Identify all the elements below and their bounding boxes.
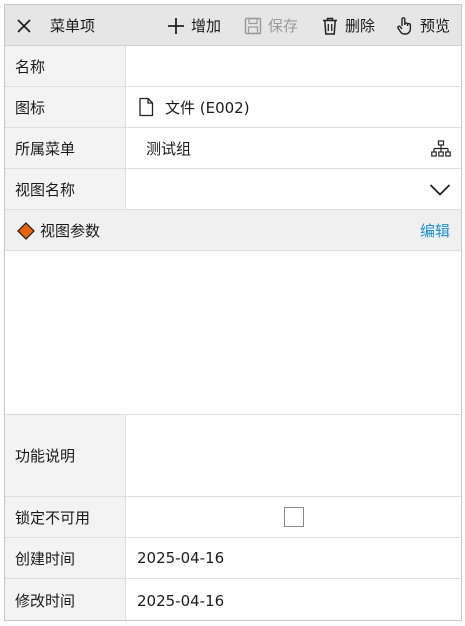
toolbar: 菜单项 增加 保存 删除 预览 [5, 5, 461, 46]
delete-button[interactable]: 删除 [320, 5, 375, 46]
save-button[interactable]: 保存 [243, 5, 298, 46]
close-button[interactable] [15, 5, 33, 46]
modified-label: 修改时间 [5, 579, 126, 620]
icon-row: 图标 文件 (E002) [5, 87, 461, 128]
locked-checkbox[interactable] [283, 507, 304, 527]
modified-value: 2025-04-16 [137, 591, 225, 610]
name-label: 名称 [5, 46, 126, 86]
menu-field[interactable]: 测试组 [126, 128, 461, 168]
tree-icon[interactable] [431, 140, 451, 158]
created-label: 创建时间 [5, 538, 126, 578]
plus-icon [168, 17, 184, 34]
trash-icon [323, 17, 337, 35]
icon-label: 图标 [5, 87, 126, 127]
view-params-header: 视图参数 编辑 [5, 210, 461, 251]
icon-field[interactable]: 文件 (E002) [126, 87, 461, 127]
file-icon [139, 97, 154, 117]
view-name-row: 视图名称 [5, 169, 461, 210]
created-value: 2025-04-16 [137, 549, 225, 567]
name-row: 名称 [5, 46, 461, 87]
close-icon [17, 18, 31, 33]
description-row: 功能说明 [5, 415, 461, 497]
add-button[interactable]: 增加 [166, 5, 221, 46]
view-params-title: 视图参数 [40, 222, 101, 240]
locked-label: 锁定不可用 [5, 497, 126, 537]
save-icon [244, 17, 262, 34]
icon-value: 文件 (E002) [165, 98, 250, 117]
preview-button-label: 预览 [420, 17, 451, 35]
chevron-down-icon[interactable] [429, 183, 451, 197]
created-row: 创建时间 2025-04-16 [5, 538, 461, 579]
preview-button[interactable]: 预览 [395, 5, 450, 46]
view-name-label: 视图名称 [5, 169, 126, 209]
delete-button-label: 删除 [345, 17, 376, 35]
view-name-select[interactable] [126, 169, 461, 209]
view-params-area [5, 251, 461, 415]
description-label: 功能说明 [5, 415, 126, 496]
panel-title: 菜单项 [50, 17, 96, 35]
add-button-label: 增加 [191, 17, 222, 35]
modified-row: 修改时间 2025-04-16 [5, 579, 461, 620]
description-field[interactable] [126, 415, 461, 496]
save-button-label: 保存 [268, 17, 299, 35]
menu-item-panel: 菜单项 增加 保存 删除 预览 名称 图标 文件 (E002) 所属菜单 测试组… [4, 4, 462, 621]
edit-link[interactable]: 编辑 [420, 210, 450, 251]
locked-row: 锁定不可用 [5, 497, 461, 538]
menu-value: 测试组 [146, 139, 192, 158]
menu-row: 所属菜单 测试组 [5, 128, 461, 169]
diamond-icon [17, 222, 35, 240]
menu-label: 所属菜单 [5, 128, 126, 168]
hand-pointer-icon [397, 16, 412, 35]
name-field[interactable] [126, 46, 461, 86]
